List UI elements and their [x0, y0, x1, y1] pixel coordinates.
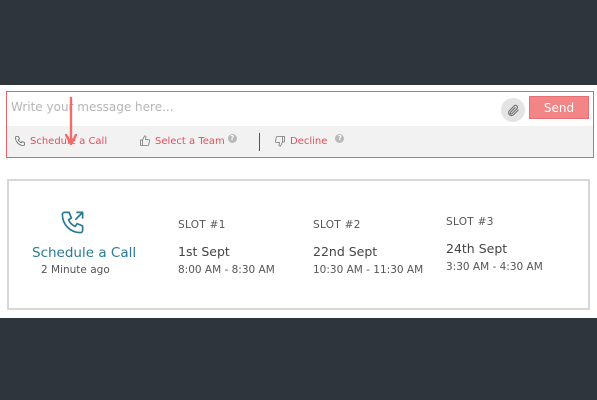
phone-outgoing-icon: [61, 211, 84, 234]
slot-date: 1st Sept: [178, 244, 230, 259]
card-title: Schedule a Call: [32, 245, 137, 261]
decline-action[interactable]: Decline ?: [274, 133, 345, 147]
select-team-action[interactable]: Select a Team ?: [139, 133, 237, 147]
slot-label: SLOT #2: [313, 219, 361, 231]
slot-3[interactable]: SLOT #3 24th Sept 3:30 AM - 4:30 AM: [446, 216, 543, 273]
slot-date: 24th Sept: [446, 241, 508, 256]
thumbs-up-icon: [140, 135, 150, 146]
arrow-down-icon: [65, 97, 77, 146]
help-icon[interactable]: ?: [335, 133, 345, 143]
composer-actions: Schedule a Call Select a Team ? Decline …: [7, 126, 593, 157]
card-timestamp: 2 Minute ago: [41, 264, 110, 276]
chat-panel: Send Schedule a Call Select a Team ?: [0, 85, 597, 318]
thumbs-down-icon: [275, 136, 285, 147]
message-input[interactable]: [11, 96, 491, 118]
attach-button[interactable]: [501, 98, 525, 122]
schedule-call-card: Schedule a Call 2 Minute ago SLOT #1 1st…: [7, 179, 590, 310]
slot-time: 10:30 AM - 11:30 AM: [313, 264, 424, 276]
send-button[interactable]: Send: [529, 96, 589, 119]
schedule-call-action[interactable]: Schedule a Call: [14, 135, 107, 147]
slot-time: 8:00 AM - 8:30 AM: [178, 264, 275, 276]
decline-label: Decline: [290, 135, 328, 147]
slot-time: 3:30 AM - 4:30 AM: [446, 261, 543, 273]
slot-label: SLOT #1: [178, 219, 226, 231]
slot-date: 22nd Sept: [313, 244, 378, 259]
actions-divider: [259, 133, 260, 151]
paperclip-icon: [508, 104, 519, 117]
help-icon[interactable]: ?: [227, 133, 237, 143]
phone-icon: [15, 136, 25, 146]
select-team-label: Select a Team: [155, 135, 225, 147]
slot-label: SLOT #3: [446, 216, 494, 228]
composer-input-row: Send: [7, 92, 593, 126]
slot-2[interactable]: SLOT #2 22nd Sept 10:30 AM - 11:30 AM: [313, 219, 423, 276]
slot-1[interactable]: SLOT #1 1st Sept 8:00 AM - 8:30 AM: [178, 219, 275, 276]
message-composer: Send Schedule a Call Select a Team ?: [6, 91, 594, 158]
